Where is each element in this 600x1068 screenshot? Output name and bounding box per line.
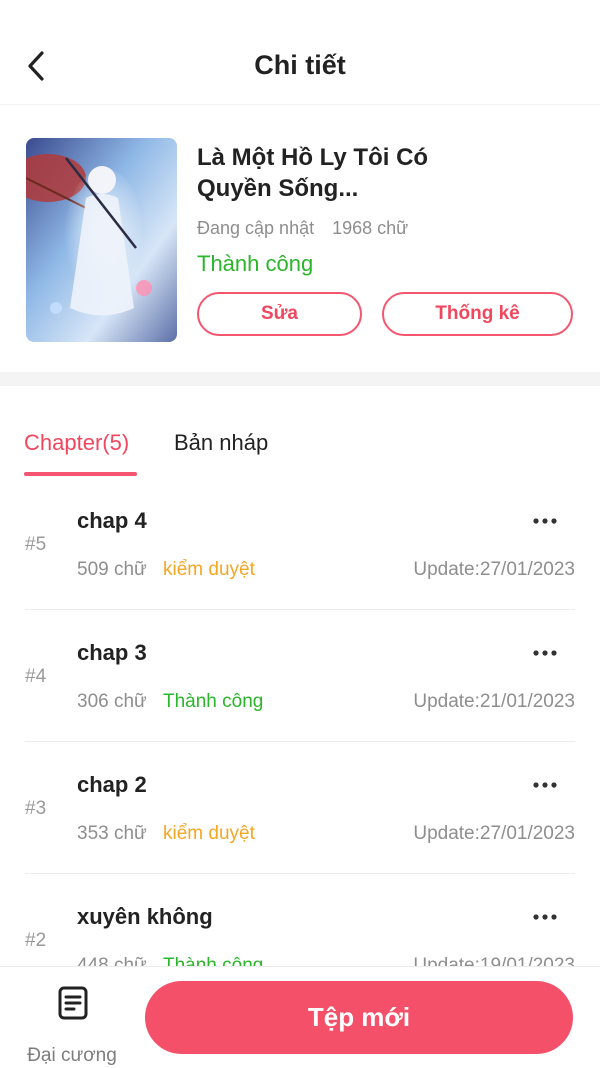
more-dots-icon (533, 518, 557, 524)
more-options-button[interactable] (526, 772, 564, 798)
more-options-button[interactable] (526, 508, 564, 534)
chapter-number: #3 (25, 798, 47, 819)
book-title: Là Một Hồ Ly Tôi Có Quyền Sống... (197, 144, 429, 202)
document-icon (58, 986, 88, 1020)
page-title: Chi tiết (254, 50, 346, 80)
more-dots-icon (533, 650, 557, 656)
chapter-title: chap 3 (77, 640, 147, 665)
more-options-button[interactable] (526, 904, 564, 930)
book-update-status: Đang cập nhật (197, 218, 315, 238)
book-status: Thành công (197, 251, 314, 276)
chapter-word-count: 509 chữ (77, 559, 147, 580)
chapter-title: chap 2 (77, 772, 147, 797)
chapter-list: #5 chap 4 509 chữ kiểm duyệt Update:27/0… (0, 478, 600, 966)
new-file-button[interactable]: Tệp mới (145, 981, 573, 1054)
book-info-card: Là Một Hồ Ly Tôi Có Quyền Sống... Đang c… (0, 104, 600, 372)
section-divider (0, 372, 600, 386)
chapter-update-date: Update:27/01/2023 (413, 823, 575, 844)
chapter-status: Thành công (163, 955, 264, 966)
header-bar: Chi tiết (0, 0, 600, 105)
chapter-status: kiểm duyệt (163, 559, 255, 580)
chapter-word-count: 306 chữ (77, 691, 147, 712)
chapter-number: #2 (25, 930, 47, 951)
outline-button[interactable]: Đại cương (18, 981, 126, 1066)
chapter-word-count: 353 chữ (77, 823, 147, 844)
more-options-button[interactable] (526, 640, 564, 666)
tab-draft[interactable]: Bản nháp (174, 430, 268, 456)
chapter-update-date: Update:21/01/2023 (413, 691, 575, 712)
more-dots-icon (533, 914, 557, 920)
chapter-row[interactable]: #4 chap 3 306 chữ Thành công Update:21/0… (0, 610, 600, 742)
tab-bar: Chapter(5) Bản nháp (0, 386, 600, 478)
outline-label: Đại cương (27, 1045, 117, 1066)
chapter-title: chap 4 (77, 508, 147, 533)
chapter-row[interactable]: #2 xuyên không 448 chữ Thành công Update… (0, 874, 600, 966)
chapter-number: #4 (25, 666, 47, 687)
chapter-update-date: Update:27/01/2023 (413, 559, 575, 580)
tab-chapter[interactable]: Chapter(5) (24, 430, 129, 456)
chapter-number: #5 (25, 534, 47, 555)
chapter-row[interactable]: #3 chap 2 353 chữ kiểm duyệt Update:27/0… (0, 742, 600, 874)
book-word-count: 1968 chữ (332, 218, 409, 238)
chapter-title: xuyên không (77, 904, 213, 929)
edit-button[interactable]: Sửa (197, 292, 362, 336)
book-cover-image[interactable] (26, 138, 177, 342)
chapter-status: kiểm duyệt (163, 823, 255, 844)
bottom-action-bar: Đại cương Tệp mới (0, 966, 600, 1068)
book-meta: Đang cập nhật 1968 chữ (197, 218, 408, 239)
active-tab-indicator (24, 472, 137, 476)
chapter-update-date: Update:19/01/2023 (413, 955, 575, 966)
chapter-status: Thành công (163, 691, 264, 712)
chapter-row[interactable]: #5 chap 4 509 chữ kiểm duyệt Update:27/0… (0, 478, 600, 610)
chapter-word-count: 448 chữ (77, 955, 147, 966)
more-dots-icon (533, 782, 557, 788)
statistics-button[interactable]: Thống kê (382, 292, 573, 336)
